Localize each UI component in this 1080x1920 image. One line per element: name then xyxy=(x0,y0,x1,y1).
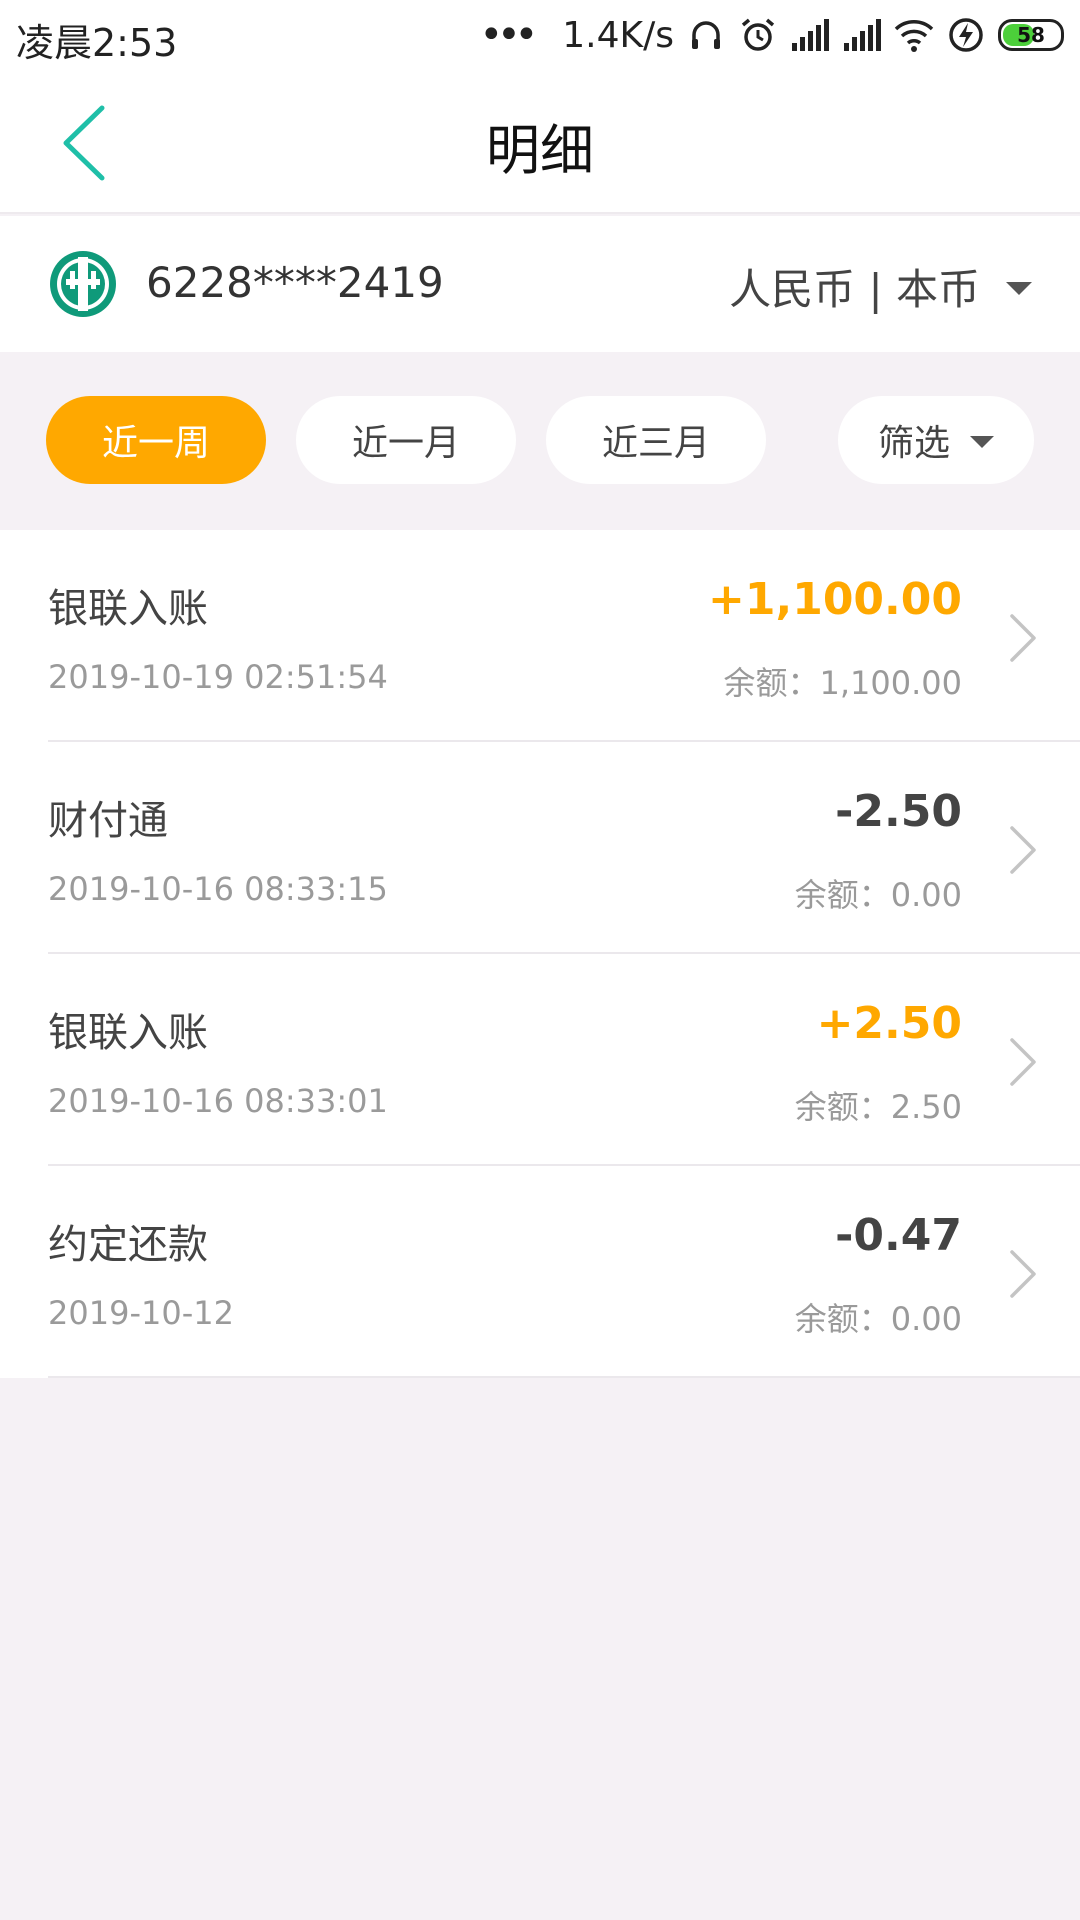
signal-icon xyxy=(844,19,881,51)
tab-label: 近一周 xyxy=(101,423,210,464)
caret-down-icon xyxy=(1006,282,1032,295)
transaction-amount: -2.50 xyxy=(835,786,962,837)
tab-label: 近一月 xyxy=(351,423,460,464)
chevron-right-icon xyxy=(1010,1038,1036,1086)
network-speed: 1.4K/s xyxy=(562,14,674,56)
account-number: 6228****2419 xyxy=(146,258,444,307)
page-title: 明细 xyxy=(486,119,594,182)
transaction-title: 约定还款 xyxy=(48,1222,208,1268)
status-bar: 凌晨2:53 ••• 1.4K/s 58 xyxy=(0,0,1080,70)
signal-icon xyxy=(792,19,829,51)
battery-level: 58 xyxy=(1017,23,1045,47)
status-icons: ••• 1.4K/s 58 xyxy=(479,10,1064,60)
transaction-balance: 余额：0.00 xyxy=(794,876,962,914)
bank-logo-icon xyxy=(50,251,116,317)
transaction-item[interactable]: 财付通 2019-10-16 08:33:15 -2.50 余额：0.00 xyxy=(0,742,1080,954)
transaction-balance: 余额：1,100.00 xyxy=(723,664,962,702)
account-row: 6228****2419 人民币 | 本币 xyxy=(0,216,1080,352)
transaction-item[interactable]: 银联入账 2019-10-16 08:33:01 +2.50 余额：2.50 xyxy=(0,954,1080,1166)
transaction-amount: +1,100.00 xyxy=(708,574,962,625)
filter-button[interactable]: 筛选 xyxy=(838,396,1034,484)
headphones-icon xyxy=(692,21,720,49)
chevron-right-icon xyxy=(1010,614,1036,662)
transaction-balance: 余额：2.50 xyxy=(794,1088,962,1126)
filter-label: 筛选 xyxy=(877,423,950,464)
transaction-item[interactable]: 约定还款 2019-10-12 -0.47 余额：0.00 xyxy=(0,1166,1080,1378)
transaction-amount: -0.47 xyxy=(835,1210,962,1261)
transaction-time: 2019-10-12 xyxy=(48,1294,234,1332)
tab-label: 近三月 xyxy=(601,423,710,464)
filter-bar: 近一周 近一月 近三月 筛选 xyxy=(0,352,1080,530)
chevron-right-icon xyxy=(1010,826,1036,874)
transaction-time: 2019-10-16 08:33:15 xyxy=(48,870,388,908)
caret-down-icon xyxy=(970,436,994,448)
transaction-title: 银联入账 xyxy=(48,586,208,632)
transaction-amount: +2.50 xyxy=(816,998,962,1049)
transaction-time: 2019-10-19 02:51:54 xyxy=(48,658,388,696)
transaction-list: 银联入账 2019-10-19 02:51:54 +1,100.00 余额：1,… xyxy=(0,530,1080,1378)
tab-week[interactable]: 近一周 xyxy=(46,396,266,484)
nav-bar: 明细 xyxy=(0,70,1080,214)
transaction-title: 财付通 xyxy=(48,798,168,844)
tab-three-months[interactable]: 近三月 xyxy=(546,396,766,484)
currency-dropdown[interactable]: 人民币 | 本币 xyxy=(729,256,1032,317)
charging-icon xyxy=(949,18,983,52)
status-time: 凌晨2:53 xyxy=(16,21,178,65)
wifi-icon xyxy=(894,20,934,52)
page: 凌晨2:53 ••• 1.4K/s 58 明细 6228****2419 人民币… xyxy=(0,0,1080,1920)
transaction-title: 银联入账 xyxy=(48,1010,208,1056)
transaction-item[interactable]: 银联入账 2019-10-19 02:51:54 +1,100.00 余额：1,… xyxy=(0,530,1080,742)
transaction-time: 2019-10-16 08:33:01 xyxy=(48,1082,388,1120)
currency-label: 人民币 | 本币 xyxy=(729,265,980,314)
battery-icon: 58 xyxy=(998,19,1064,51)
chevron-right-icon xyxy=(1010,1250,1036,1298)
transaction-balance: 余额：0.00 xyxy=(794,1300,962,1338)
more-dots: ••• xyxy=(479,12,538,58)
alarm-icon xyxy=(741,18,775,51)
tab-month[interactable]: 近一月 xyxy=(296,396,516,484)
